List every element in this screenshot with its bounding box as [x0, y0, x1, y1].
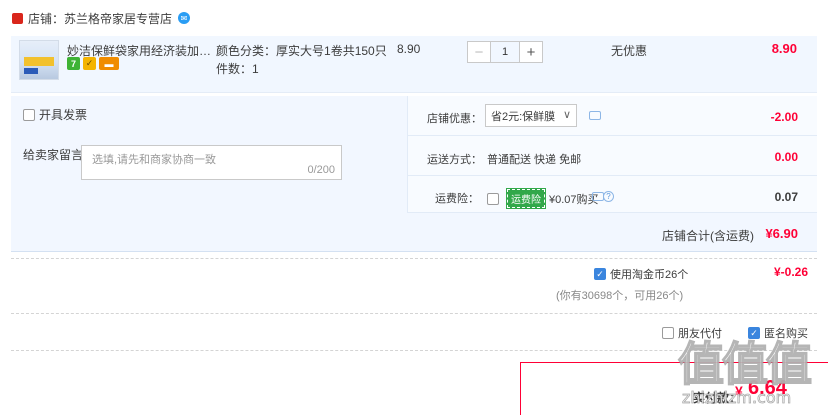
- increase-quantity-button[interactable]: +: [519, 41, 543, 63]
- piece-count: 件数：1: [216, 60, 259, 77]
- divider: [11, 313, 817, 314]
- divider: [11, 350, 817, 351]
- divider: [407, 212, 817, 213]
- coin-availability: (你有30698个，可用26个): [556, 290, 684, 302]
- anonymous-label: 匿名购买: [764, 328, 808, 340]
- sku-label: 颜色分类：: [216, 44, 277, 58]
- credit-card-icon[interactable]: ▬: [99, 57, 119, 70]
- invoice-checkbox[interactable]: [23, 108, 35, 121]
- coin-option[interactable]: ✓ 使用淘金币26个: [594, 266, 688, 282]
- order-options: 开具发票 给卖家留言： 选填,请先和商家协商一致 0/200 店铺优惠： 省2元…: [11, 96, 817, 252]
- coin-checkbox[interactable]: ✓: [594, 268, 606, 280]
- chevron-down-icon: ∨: [562, 109, 571, 121]
- pay-amount: 6.64: [748, 377, 787, 399]
- thumbnail-band: [24, 57, 54, 66]
- certified-icon[interactable]: ✓: [83, 57, 96, 70]
- message-char-count: 0/200: [307, 164, 335, 176]
- divider: [407, 175, 817, 176]
- shop-badge-icon: [12, 12, 23, 24]
- insurance-checkbox[interactable]: [487, 192, 499, 205]
- shop-total-label: 店铺合计(含运费): [662, 229, 754, 243]
- insurance-amount: 0.07: [774, 190, 798, 204]
- pay-label: 实付款：: [693, 391, 742, 405]
- service-tags: 7 ✓ ▬: [67, 57, 119, 70]
- question-icon[interactable]: ?: [603, 191, 614, 202]
- shop-total-value: ¥6.90: [765, 226, 798, 241]
- message-placeholder: 选填,请先和商家协商一致: [92, 154, 217, 166]
- invoice-label: 开具发票: [39, 108, 88, 122]
- sku-info: 颜色分类：厚实大号1卷共150只: [216, 42, 387, 59]
- insurance-label: 运费险：: [435, 193, 479, 205]
- shop-prefix: 店铺：: [28, 11, 65, 26]
- item-subtotal: 8.90: [771, 41, 797, 56]
- delivery-label: 运送方式：: [427, 154, 482, 166]
- piece-count-value: 1: [252, 62, 259, 76]
- friend-pay-label: 朋友代付: [678, 328, 722, 340]
- shop-coupon-amount: -2.00: [770, 110, 798, 124]
- thumbnail-band: [24, 68, 38, 74]
- invoice-option[interactable]: 开具发票: [23, 106, 87, 123]
- product-thumbnail[interactable]: [19, 40, 59, 80]
- order-item-row: 妙洁保鲜袋家用经济装加厚专用… 7 ✓ ▬ 颜色分类：厚实大号1卷共150只 件…: [11, 36, 817, 93]
- seven-day-return-icon[interactable]: 7: [67, 57, 80, 70]
- friend-pay-checkbox[interactable]: [662, 327, 674, 339]
- insurance-option[interactable]: 运费险 ¥0.07购买: [487, 188, 599, 209]
- shop-coupon-value: 省2元:保鲜膜: [491, 110, 556, 123]
- wangwang-chat-icon[interactable]: ✉: [178, 12, 191, 24]
- unit-price: 8.90: [397, 42, 421, 56]
- coin-discount-value: ¥-0.26: [773, 265, 808, 279]
- friend-pay-option[interactable]: 朋友代付: [662, 325, 722, 341]
- divider: [11, 258, 817, 259]
- item-discount: 无优惠: [611, 44, 648, 58]
- shop-header: 店铺： 苏兰格帝家居专营店 ✉: [0, 0, 828, 36]
- piece-count-label: 件数：: [216, 62, 253, 76]
- pay-currency: ¥: [735, 383, 743, 399]
- quantity-input[interactable]: 1: [491, 41, 519, 63]
- shop-coupon-label: 店铺优惠：: [427, 113, 482, 125]
- shop-name-link[interactable]: 苏兰格帝家居专营店: [64, 10, 172, 27]
- quantity-stepper: − 1 +: [467, 41, 543, 63]
- delivery-amount: 0.00: [774, 150, 798, 164]
- anonymous-checkbox[interactable]: ✓: [748, 327, 760, 339]
- divider: [407, 135, 817, 136]
- sku-value: 厚实大号1卷共150只: [276, 44, 387, 58]
- message-bubble-icon[interactable]: [589, 111, 601, 120]
- coin-label: 使用淘金币26个: [610, 269, 689, 281]
- seller-message-input[interactable]: 选填,请先和商家协商一致 0/200: [81, 145, 342, 180]
- insurance-badge: 运费险: [506, 188, 546, 209]
- shop-coupon-select[interactable]: 省2元:保鲜膜 ∨: [485, 104, 577, 127]
- decrease-quantity-button[interactable]: −: [467, 41, 491, 63]
- anonymous-option[interactable]: ✓ 匿名购买: [748, 325, 808, 341]
- delivery-method: 普通配送 快递 免邮: [487, 154, 582, 166]
